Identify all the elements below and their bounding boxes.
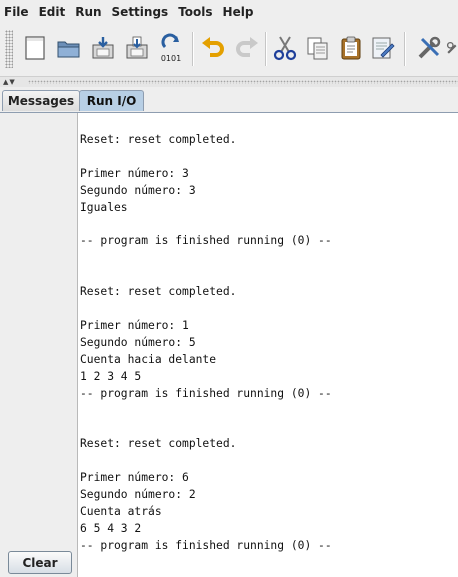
console-line: Reset: reset completed. bbox=[80, 285, 237, 299]
tools-icon bbox=[418, 36, 441, 59]
scissors-icon bbox=[273, 36, 297, 61]
split-divider[interactable]: ▲▼ bbox=[0, 76, 458, 87]
new-file-icon bbox=[25, 36, 45, 60]
divider-grip bbox=[28, 80, 458, 84]
console-line: Segundo número: 2 bbox=[80, 488, 196, 502]
console-line: Iguales bbox=[80, 200, 128, 214]
menu-tools[interactable]: Tools bbox=[173, 5, 217, 19]
svg-text:0101: 0101 bbox=[161, 54, 181, 63]
save-icon bbox=[92, 37, 114, 59]
find-replace-icon bbox=[372, 37, 395, 59]
undo-icon bbox=[202, 37, 224, 57]
toolbar-separator bbox=[404, 32, 405, 66]
menu-help[interactable]: Help bbox=[218, 5, 259, 19]
menu-edit[interactable]: Edit bbox=[34, 5, 71, 19]
tab-run-io[interactable]: Run I/O bbox=[79, 90, 144, 111]
cut-button[interactable] bbox=[270, 28, 300, 68]
clipboard-icon bbox=[341, 36, 361, 60]
new-file-button[interactable] bbox=[20, 28, 50, 68]
clear-button[interactable]: Clear bbox=[8, 551, 72, 574]
console-line: Reset: reset completed. bbox=[80, 437, 237, 451]
redo-icon bbox=[236, 37, 258, 57]
assemble-button[interactable] bbox=[414, 28, 444, 68]
find-replace-button[interactable] bbox=[368, 28, 398, 68]
console-line: Segundo número: 3 bbox=[80, 183, 196, 197]
collapse-arrows-icon[interactable]: ▲▼ bbox=[3, 78, 16, 86]
open-button[interactable] bbox=[54, 28, 84, 68]
tab-bar: Messages Run I/O bbox=[0, 88, 458, 113]
dump-binary-icon: 0101 bbox=[161, 33, 181, 63]
console-line: Cuenta atrás bbox=[80, 504, 162, 518]
console-output: Reset: reset completed. Primer número: 3… bbox=[80, 132, 332, 555]
menu-settings[interactable]: Settings bbox=[107, 5, 174, 19]
toolbar: 0101 bbox=[0, 24, 458, 74]
console-line: Primer número: 6 bbox=[80, 471, 189, 485]
run-io-console[interactable]: Reset: reset completed. Primer número: 3… bbox=[77, 113, 458, 577]
save-as-icon bbox=[126, 36, 148, 59]
toolbar-separator bbox=[192, 32, 193, 66]
copy-icon bbox=[307, 37, 328, 60]
copy-button[interactable] bbox=[303, 28, 333, 68]
menu-file[interactable]: File bbox=[0, 5, 34, 19]
console-line: 1 2 3 4 5 bbox=[80, 369, 142, 383]
console-line: -- program is finished running (0) -- bbox=[80, 538, 332, 552]
paste-button[interactable] bbox=[336, 28, 366, 68]
undo-button[interactable] bbox=[198, 28, 228, 68]
toolbar-separator bbox=[265, 32, 266, 66]
redo-button[interactable] bbox=[232, 28, 262, 68]
console-line: 6 5 4 3 2 bbox=[80, 521, 142, 535]
folder-open-icon bbox=[57, 41, 80, 58]
save-button[interactable] bbox=[88, 28, 118, 68]
console-side-panel bbox=[0, 113, 77, 577]
dump-memory-button[interactable]: 0101 bbox=[156, 28, 186, 68]
console-line: Cuenta hacia delante bbox=[80, 352, 217, 366]
settings-icon bbox=[446, 41, 457, 54]
console-line: Primer número: 1 bbox=[80, 318, 189, 332]
save-as-button[interactable] bbox=[122, 28, 152, 68]
toolbar-overflow-button[interactable] bbox=[446, 28, 458, 68]
console-line: Reset: reset completed. bbox=[80, 133, 237, 146]
console-line: -- program is finished running (0) -- bbox=[80, 386, 332, 400]
tab-messages[interactable]: Messages bbox=[2, 90, 80, 111]
menu-bar: File Edit Run Settings Tools Help bbox=[0, 0, 458, 24]
console-line: -- program is finished running (0) -- bbox=[80, 234, 332, 248]
toolbar-grip[interactable] bbox=[5, 30, 13, 68]
console-line: Primer número: 3 bbox=[80, 166, 189, 180]
console-line: Segundo número: 5 bbox=[80, 335, 196, 349]
menu-run[interactable]: Run bbox=[70, 5, 106, 19]
